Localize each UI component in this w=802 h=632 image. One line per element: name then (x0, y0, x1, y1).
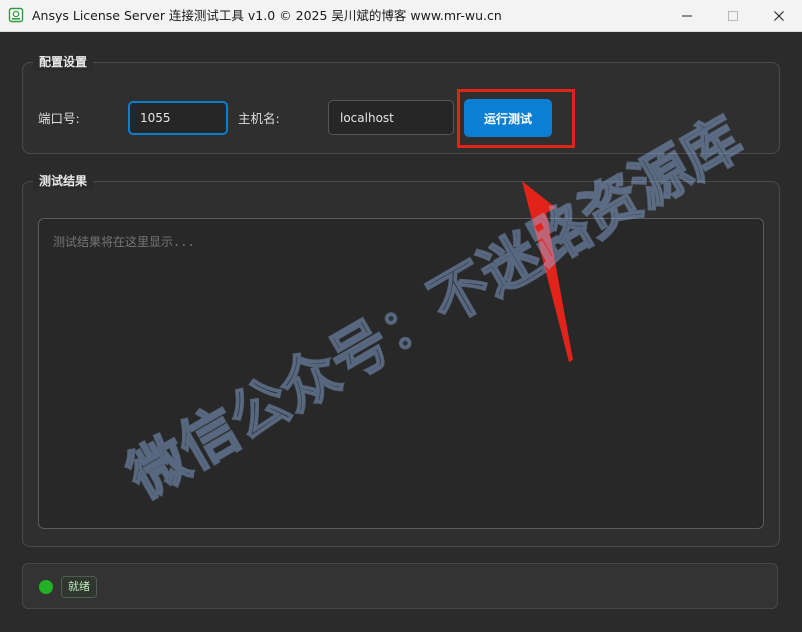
title-bar: Ansys License Server 连接测试工具 v1.0 © 2025 … (0, 0, 802, 32)
minimize-button[interactable] (664, 0, 710, 31)
host-label: 主机名: (238, 111, 280, 126)
result-group-title: 测试结果 (33, 172, 94, 190)
result-output[interactable] (38, 218, 764, 529)
status-bar: 就绪 (22, 563, 778, 609)
close-button[interactable] (756, 0, 802, 31)
app-icon (8, 7, 24, 23)
status-badge: 就绪 (61, 576, 97, 598)
config-group-title: 配置设置 (33, 53, 94, 71)
maximize-button[interactable] (710, 0, 756, 31)
minimize-icon (682, 15, 692, 16)
status-indicator-icon (39, 580, 53, 594)
maximize-icon (728, 10, 738, 21)
window-title: Ansys License Server 连接测试工具 v1.0 © 2025 … (32, 8, 502, 23)
run-test-button[interactable]: 运行测试 (464, 99, 552, 137)
host-input[interactable] (328, 100, 454, 135)
port-label: 端口号: (38, 111, 80, 126)
close-icon (774, 10, 784, 21)
port-input[interactable] (128, 101, 228, 135)
